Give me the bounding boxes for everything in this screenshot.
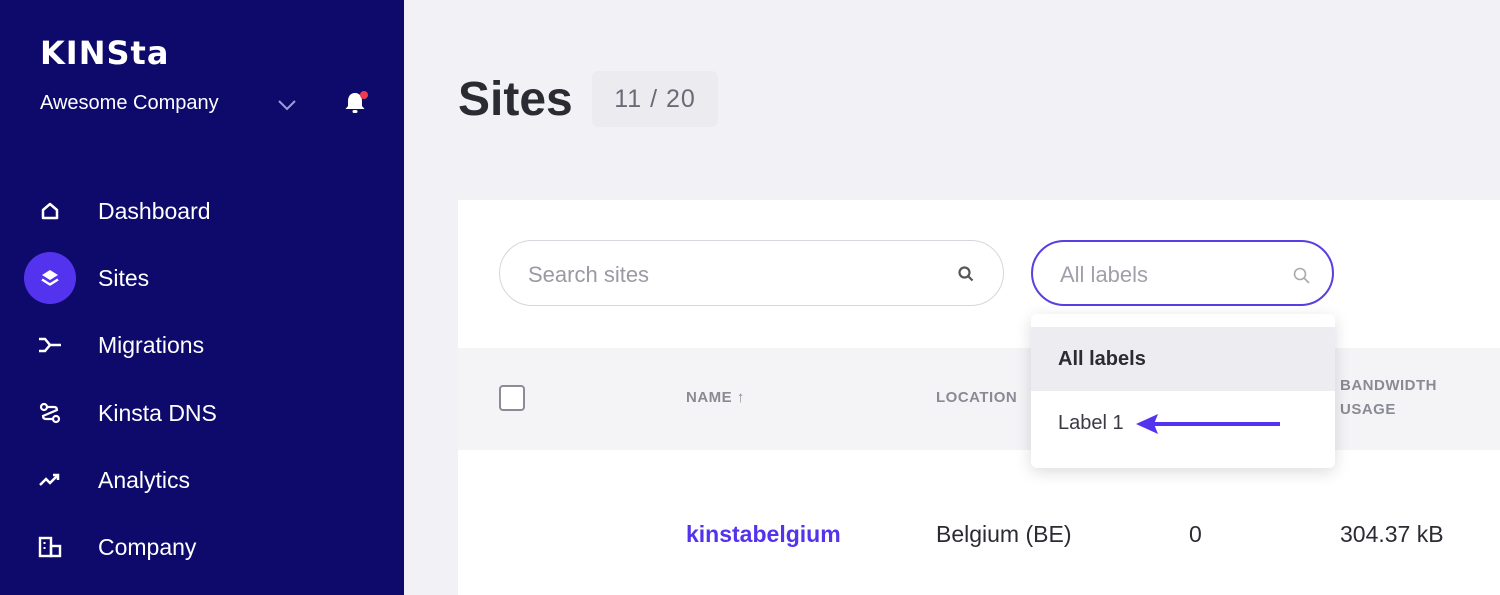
company-name[interactable]: Awesome Company (40, 92, 219, 115)
sidebar-item-analytics[interactable]: Analytics (0, 452, 404, 508)
sidebar-item-sites[interactable]: Sites (0, 250, 404, 306)
column-header-name[interactable]: NAME ↑ (686, 386, 745, 410)
sidebar-item-label: Migrations (98, 331, 205, 358)
sidebar-item-migrations[interactable]: Migrations (0, 317, 404, 373)
sites-count-badge: 11 / 20 (592, 71, 718, 127)
select-all-checkbox[interactable] (499, 385, 525, 411)
labels-filter-select[interactable]: All labels (1031, 240, 1334, 306)
sidebar-item-company[interactable]: Company (0, 519, 404, 575)
kinsta-logo[interactable]: KINSta (40, 34, 169, 72)
site-location: Belgium (BE) (936, 521, 1072, 547)
bell-icon[interactable] (340, 88, 370, 118)
site-name-link[interactable]: kinstabelgium (686, 521, 841, 548)
column-header-bandwidth[interactable]: BANDWIDTH USAGE (1340, 374, 1437, 422)
dropdown-option-all-labels[interactable]: All labels (1031, 327, 1335, 391)
home-icon (24, 185, 76, 237)
sites-card: Search sites All labels NAME ↑ LOCATION … (458, 200, 1500, 595)
chevron-down-icon[interactable] (276, 94, 298, 116)
layers-icon (24, 252, 76, 304)
sidebar-item-kinsta-dns[interactable]: Kinsta DNS (0, 385, 404, 441)
column-header-bandwidth-line2: USAGE (1340, 401, 1396, 418)
labels-filter-placeholder: All labels (1060, 262, 1149, 287)
page-title: Sites (458, 73, 573, 126)
sidebar-item-label: Analytics (98, 466, 191, 493)
trending-up-icon (24, 454, 76, 506)
sidebar-item-label: Sites (98, 264, 150, 291)
dns-icon (24, 387, 76, 439)
sidebar: KINSta Awesome Company Dashboard Sites M… (0, 0, 404, 595)
sidebar-item-label: Company (98, 533, 197, 560)
table-row: kinstabelgium Belgium (BE) 0 304.37 kB (458, 450, 1500, 595)
site-count: 0 (1189, 521, 1202, 547)
column-header-location[interactable]: LOCATION (936, 386, 1017, 410)
sidebar-item-label: Kinsta DNS (98, 399, 217, 426)
building-icon (24, 521, 76, 573)
column-header-bandwidth-line1: BANDWIDTH (1340, 377, 1437, 394)
sidebar-item-dashboard[interactable]: Dashboard (0, 183, 404, 239)
labels-dropdown-menu: All labels Label 1 (1031, 314, 1335, 468)
annotation-arrow-icon (1136, 414, 1280, 434)
migration-icon (24, 319, 76, 371)
table-header: NAME ↑ LOCATION BANDWIDTH USAGE (458, 348, 1500, 450)
search-icon (1293, 267, 1310, 284)
search-placeholder: Search sites (528, 262, 650, 287)
search-input[interactable]: Search sites (499, 240, 1004, 306)
sidebar-item-label: Dashboard (98, 197, 211, 224)
search-icon[interactable] (957, 265, 975, 283)
site-bandwidth: 304.37 kB (1340, 521, 1444, 547)
